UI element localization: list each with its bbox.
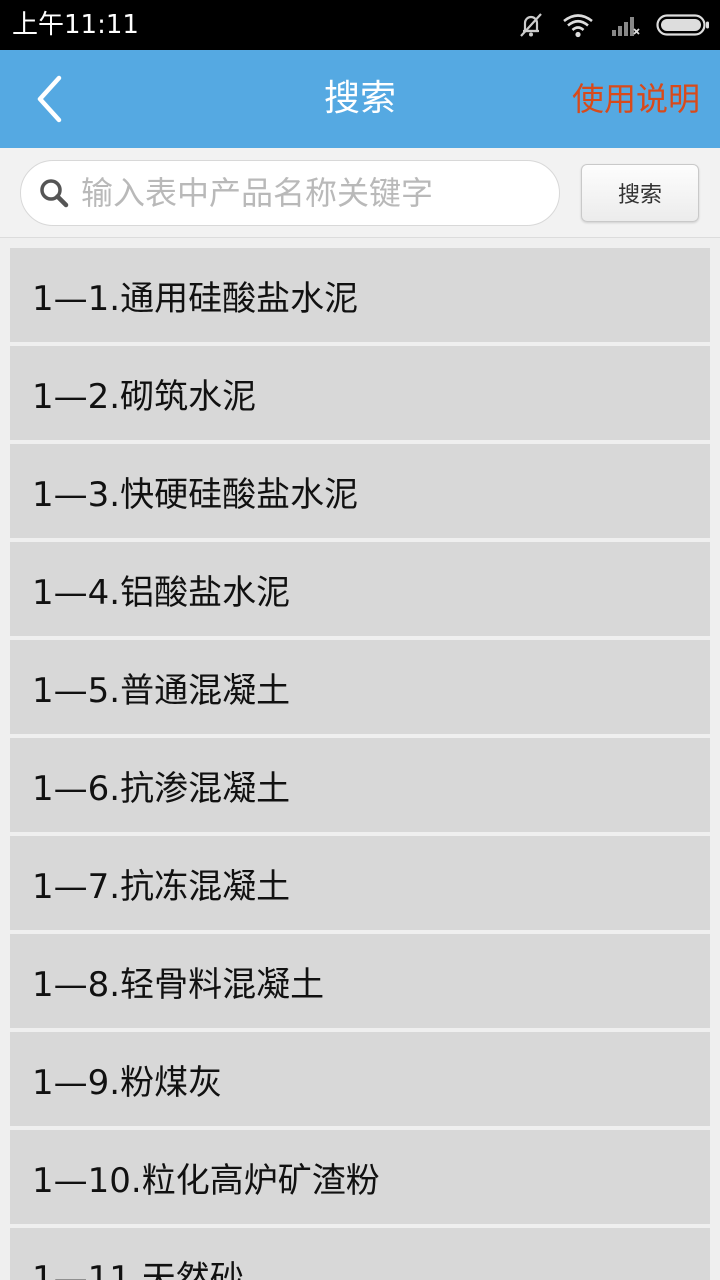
search-icon <box>39 177 71 209</box>
mute-icon <box>516 10 546 40</box>
list-item[interactable]: 1—3.快硬硅酸盐水泥 <box>10 444 710 538</box>
product-list: 1—1.通用硅酸盐水泥 1—2.砌筑水泥 1—3.快硬硅酸盐水泥 1—4.铝酸盐… <box>10 248 710 1280</box>
search-box[interactable] <box>20 160 560 226</box>
search-input[interactable] <box>81 174 521 212</box>
list-item[interactable]: 1—2.砌筑水泥 <box>10 346 710 440</box>
status-icons <box>516 10 710 40</box>
list-item[interactable]: 1—1.通用硅酸盐水泥 <box>10 248 710 342</box>
app-bar: 搜索 使用说明 <box>0 50 720 148</box>
list-item[interactable]: 1—11.天然砂 <box>10 1228 710 1280</box>
list-item[interactable]: 1—7.抗冻混凝土 <box>10 836 710 930</box>
wifi-icon <box>562 12 594 38</box>
list-item[interactable]: 1—9.粉煤灰 <box>10 1032 710 1126</box>
battery-icon <box>656 13 710 37</box>
list-item[interactable]: 1—6.抗渗混凝土 <box>10 738 710 832</box>
status-time: 上午11:11 <box>12 10 139 40</box>
help-link[interactable]: 使用说明 <box>572 50 700 148</box>
list-item[interactable]: 1—10.粒化高炉矿渣粉 <box>10 1130 710 1224</box>
search-bar: 搜索 <box>0 148 720 238</box>
list-item[interactable]: 1—5.普通混凝土 <box>10 640 710 734</box>
signal-icon <box>610 12 640 38</box>
back-arrow-icon <box>37 75 62 123</box>
back-button[interactable] <box>14 64 84 134</box>
list-item[interactable]: 1—4.铝酸盐水泥 <box>10 542 710 636</box>
list-item[interactable]: 1—8.轻骨料混凝土 <box>10 934 710 1028</box>
search-button[interactable]: 搜索 <box>581 164 699 222</box>
status-bar: 上午11:11 <box>0 0 720 50</box>
